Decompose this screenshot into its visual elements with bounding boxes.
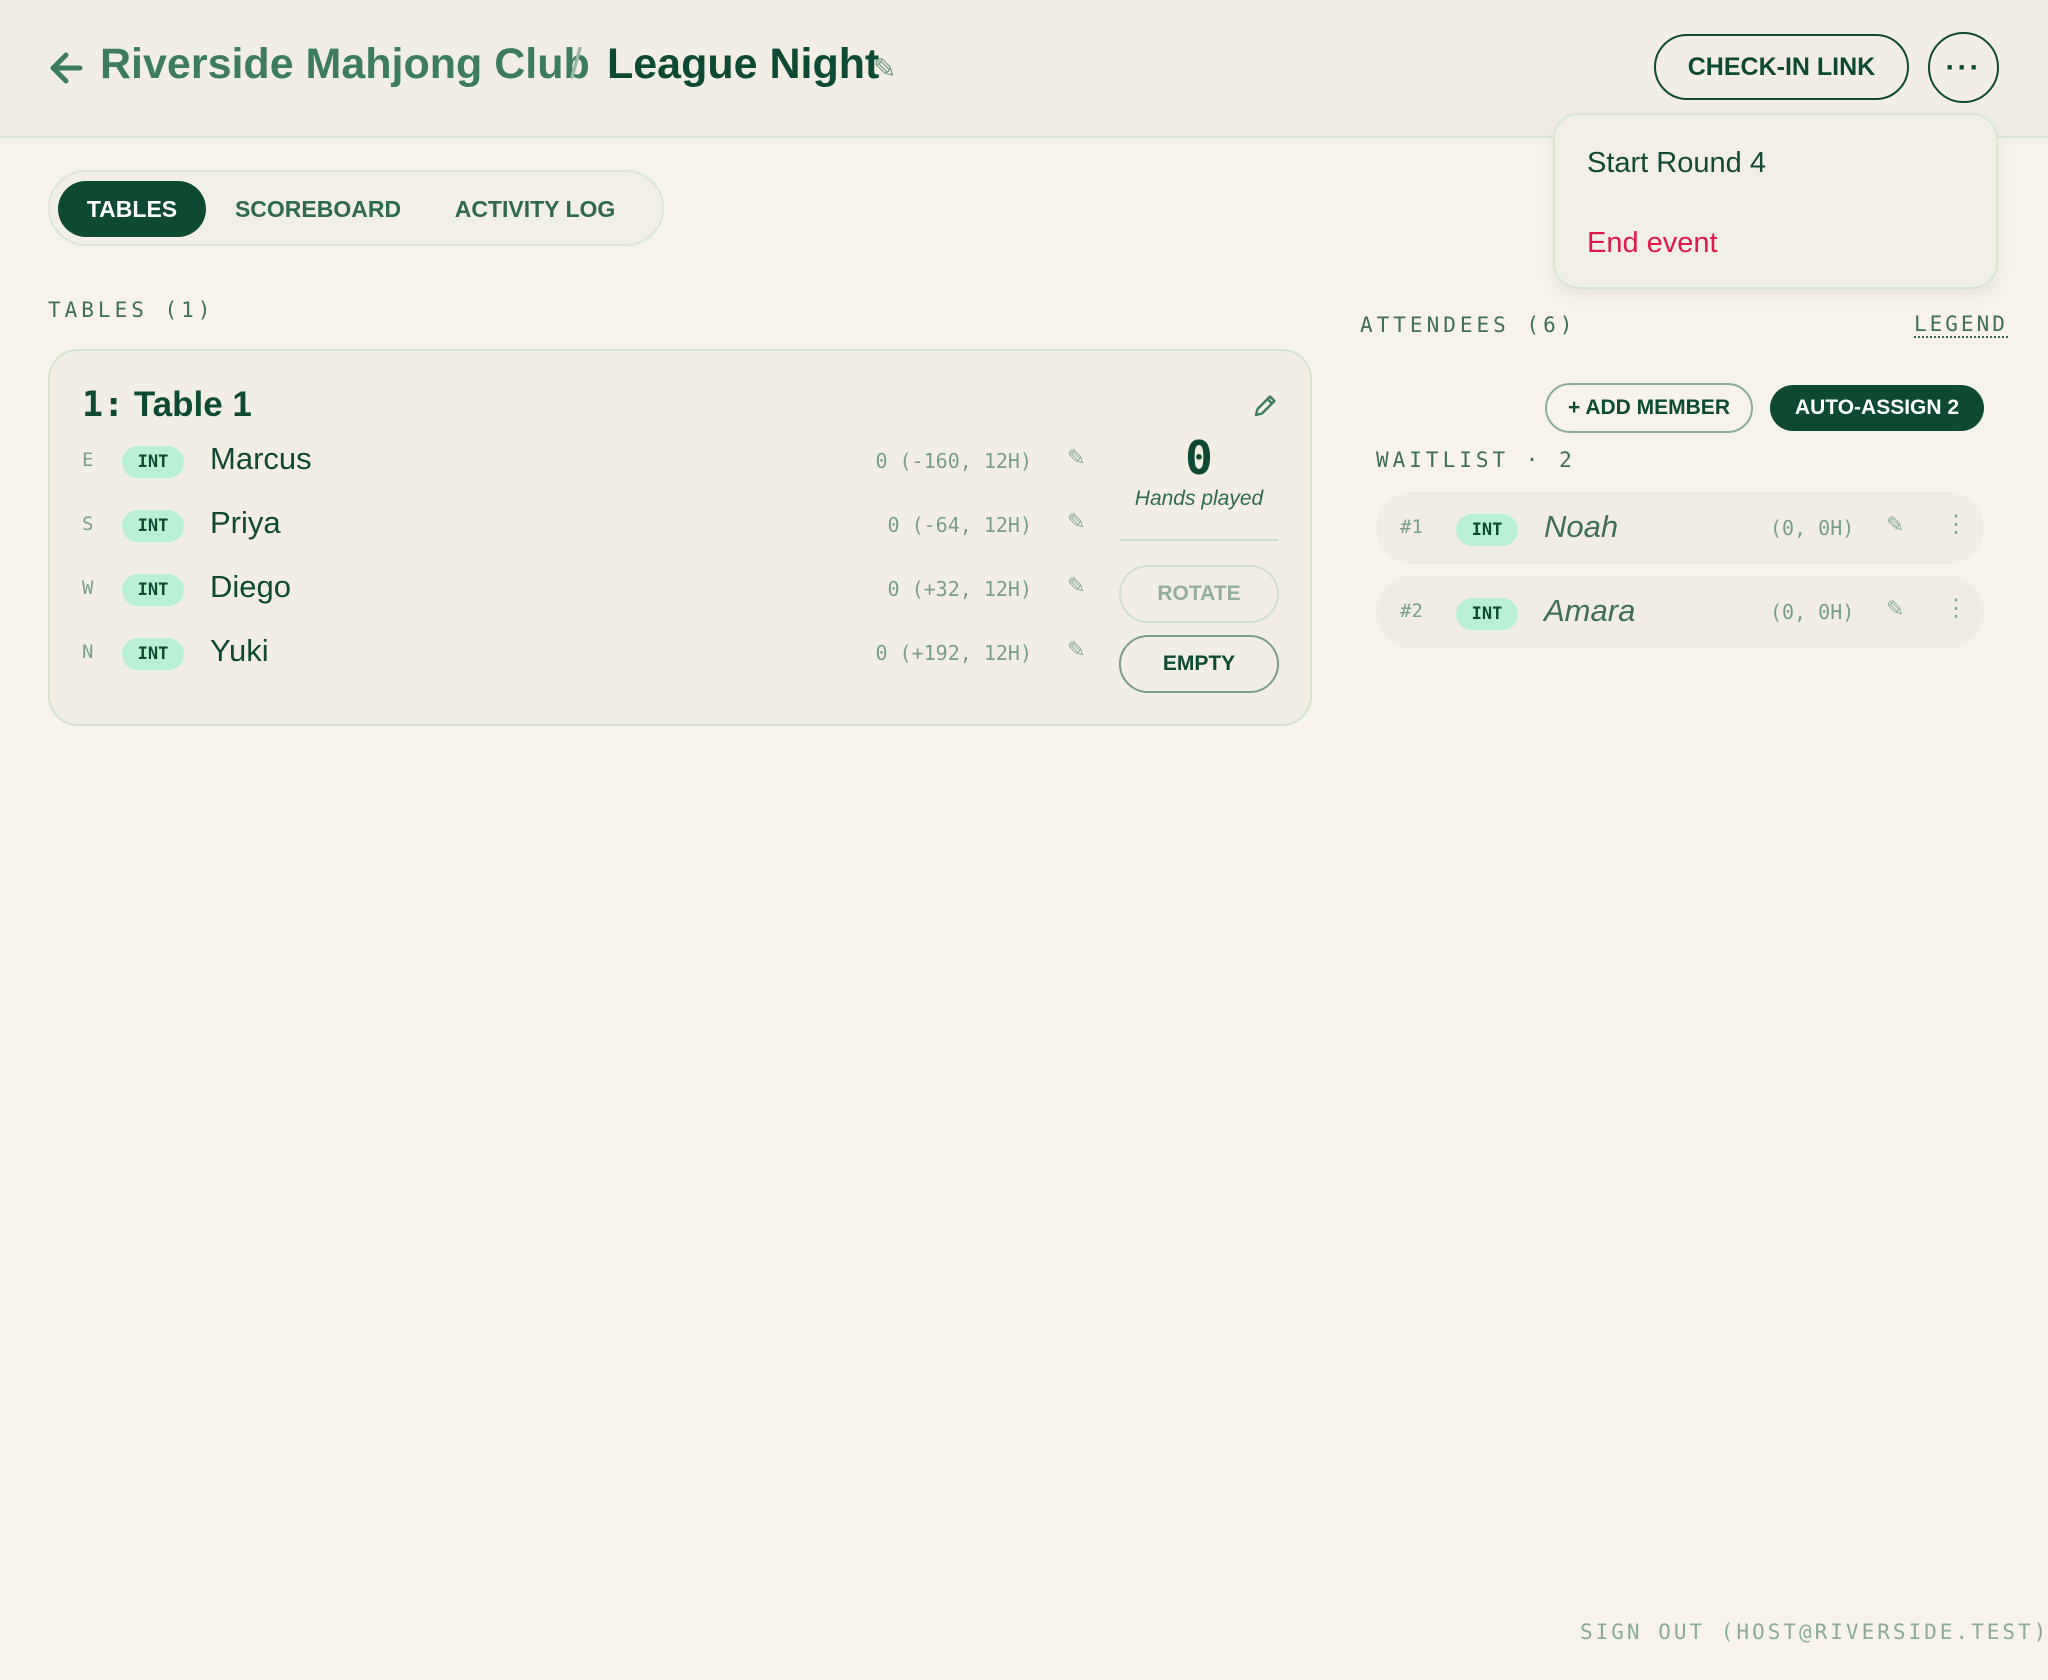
breadcrumb-separator: / xyxy=(570,40,582,88)
waitlist-player-score: (0, 0H) xyxy=(1770,600,1855,624)
waitlist-player-name: Amara xyxy=(1544,593,1636,628)
waitlist-player-name: Noah xyxy=(1544,509,1619,544)
check-in-link-button[interactable]: CHECK-IN LINK xyxy=(1654,34,1909,100)
skill-badge: INT xyxy=(122,638,184,670)
edit-player-pencil-icon[interactable]: ✎ xyxy=(1067,445,1085,471)
tab-activity-log[interactable]: ACTIVITY LOG xyxy=(430,181,640,237)
player-name[interactable]: Diego xyxy=(210,569,291,605)
skill-badge: INT xyxy=(1456,514,1518,546)
more-options-menu: Start Round 4 End event xyxy=(1553,113,1998,289)
sign-out-link[interactable]: SIGN OUT (HOST@RIVERSIDE.TEST) xyxy=(1580,1620,2048,1644)
edit-player-pencil-icon[interactable]: ✎ xyxy=(1067,573,1085,599)
back-arrow-icon[interactable] xyxy=(46,46,86,90)
edit-waitlist-pencil-icon[interactable]: ✎ xyxy=(1886,596,1904,622)
tab-scoreboard[interactable]: SCOREBOARD xyxy=(218,181,418,237)
seat-wind: E xyxy=(82,449,94,471)
edit-table-pencil-icon[interactable] xyxy=(1250,391,1280,421)
seat-row-east: E INT Marcus 0 (-160, 12H) ✎ xyxy=(50,439,1140,489)
divider xyxy=(1120,539,1278,541)
attendees-section-label: ATTENDEES (6) xyxy=(1360,313,1577,337)
rotate-button[interactable]: ROTATE xyxy=(1119,565,1279,623)
table-number: 1: xyxy=(82,385,125,425)
empty-table-button[interactable]: EMPTY xyxy=(1119,635,1279,693)
menu-item-start-round[interactable]: Start Round 4 xyxy=(1587,147,1766,180)
tab-tables[interactable]: TABLES xyxy=(58,181,206,237)
page-title: League Night xyxy=(607,40,880,88)
player-name[interactable]: Marcus xyxy=(210,441,312,477)
kebab-menu-icon[interactable]: ⋮ xyxy=(1944,594,1968,623)
skill-badge: INT xyxy=(122,574,184,606)
waitlist-label: WAITLIST · 2 xyxy=(1376,448,1576,472)
waitlist-player-score: (0, 0H) xyxy=(1770,516,1855,540)
hands-played-count: 0 xyxy=(1185,431,1213,485)
legend-link[interactable]: LEGEND xyxy=(1914,312,2008,338)
auto-assign-button[interactable]: AUTO-ASSIGN 2 xyxy=(1770,385,1984,431)
table-title: 1: Table 1 xyxy=(82,385,252,425)
view-tabs: TABLES SCOREBOARD ACTIVITY LOG xyxy=(48,170,664,246)
edit-waitlist-pencil-icon[interactable]: ✎ xyxy=(1886,512,1904,538)
waitlist-item[interactable]: #1 INT Noah (0, 0H) ✎ ⋮ xyxy=(1376,492,1984,564)
skill-badge: INT xyxy=(122,510,184,542)
player-score: 0 (-64, 12H) xyxy=(887,513,1033,537)
breadcrumb-club[interactable]: Riverside Mahjong Club xyxy=(100,40,590,89)
more-options-button[interactable]: ··· xyxy=(1928,32,1999,103)
seat-wind: W xyxy=(82,577,94,599)
skill-badge: INT xyxy=(122,446,184,478)
waitlist-rank: #1 xyxy=(1400,516,1423,538)
player-name[interactable]: Yuki xyxy=(210,633,269,669)
menu-item-end-event[interactable]: End event xyxy=(1587,227,1718,260)
player-score: 0 (-160, 12H) xyxy=(875,449,1032,473)
table-name: Table 1 xyxy=(133,385,252,424)
edit-player-pencil-icon[interactable]: ✎ xyxy=(1067,637,1085,663)
player-score: 0 (+192, 12H) xyxy=(875,641,1032,665)
hands-played-label: Hands played xyxy=(1134,487,1264,510)
seat-row-west: W INT Diego 0 (+32, 12H) ✎ xyxy=(50,567,1140,617)
table-card: 1: Table 1 E INT Marcus 0 (-160, 12H) ✎ … xyxy=(48,349,1312,726)
player-name[interactable]: Priya xyxy=(210,505,281,541)
seat-row-north: N INT Yuki 0 (+192, 12H) ✎ xyxy=(50,631,1140,681)
edit-player-pencil-icon[interactable]: ✎ xyxy=(1067,509,1085,535)
player-score: 0 (+32, 12H) xyxy=(887,577,1033,601)
tables-section-label: TABLES (1) xyxy=(48,298,215,322)
edit-title-pencil-icon[interactable]: ✎ xyxy=(873,52,896,85)
seat-wind: N xyxy=(82,641,94,663)
seat-row-south: S INT Priya 0 (-64, 12H) ✎ xyxy=(50,503,1140,553)
add-member-button[interactable]: + ADD MEMBER xyxy=(1545,383,1753,433)
kebab-menu-icon[interactable]: ⋮ xyxy=(1944,510,1968,539)
skill-badge: INT xyxy=(1456,598,1518,630)
waitlist-rank: #2 xyxy=(1400,600,1423,622)
waitlist-item[interactable]: #2 INT Amara (0, 0H) ✎ ⋮ xyxy=(1376,576,1984,648)
seat-wind: S xyxy=(82,513,94,535)
